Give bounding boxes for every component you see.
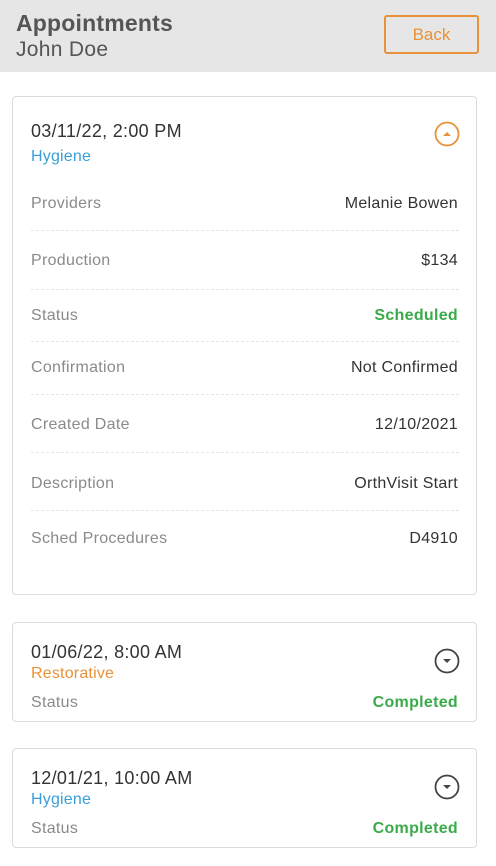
chevron-down-circle-icon (434, 648, 460, 674)
patient-name: John Doe (16, 38, 109, 61)
appointment-type: Hygiene (31, 791, 92, 808)
detail-label: Sched Procedures (31, 530, 168, 547)
page-title: Appointments (16, 10, 173, 36)
detail-value: $134 (421, 252, 458, 269)
appointment-datetime: 01/06/22, 8:00 AM (31, 642, 183, 662)
appointment-datetime: 12/01/21, 10:00 AM (31, 768, 193, 788)
appointment-type: Restorative (31, 665, 115, 682)
detail-label: Production (31, 252, 111, 269)
status-label: Status (31, 694, 79, 711)
status-badge: Completed (372, 694, 458, 711)
header-bar: Appointments John Doe Back (0, 0, 496, 72)
detail-value: Not Confirmed (350, 359, 458, 376)
expand-toggle-button[interactable] (434, 648, 460, 674)
detail-label: Providers (31, 195, 102, 212)
appointment-card[interactable]: 01/06/22, 8:00 AM Restorative Status Com… (12, 622, 477, 722)
detail-value: Melanie Bowen (344, 195, 458, 212)
appointment-type: Hygiene (31, 148, 92, 165)
back-button[interactable]: Back (384, 15, 479, 54)
detail-value: OrthVisit Start (354, 475, 458, 492)
row-divider (31, 452, 459, 453)
detail-value: D4910 (409, 530, 458, 547)
expand-toggle-button[interactable] (434, 774, 460, 800)
chevron-down-circle-icon (434, 774, 460, 800)
row-divider (31, 510, 459, 511)
collapse-toggle-button[interactable] (434, 121, 460, 147)
appointment-card: 03/11/22, 2:00 PM Hygiene Providers Mela… (12, 96, 477, 595)
detail-label: Description (31, 475, 115, 492)
detail-label: Confirmation (31, 359, 126, 376)
status-label: Status (31, 820, 79, 837)
detail-label: Status (31, 307, 79, 324)
status-badge: Scheduled (374, 307, 458, 324)
row-divider (31, 394, 459, 395)
status-badge: Completed (372, 820, 458, 837)
appointment-card[interactable]: 12/01/21, 10:00 AM Hygiene Status Comple… (12, 748, 477, 848)
appointment-datetime: 03/11/22, 2:00 PM (31, 121, 182, 141)
row-divider (31, 289, 459, 290)
chevron-up-circle-icon (434, 121, 460, 147)
row-divider (31, 230, 459, 231)
row-divider (31, 341, 459, 342)
detail-label: Created Date (31, 416, 130, 433)
detail-value: 12/10/2021 (374, 416, 458, 433)
